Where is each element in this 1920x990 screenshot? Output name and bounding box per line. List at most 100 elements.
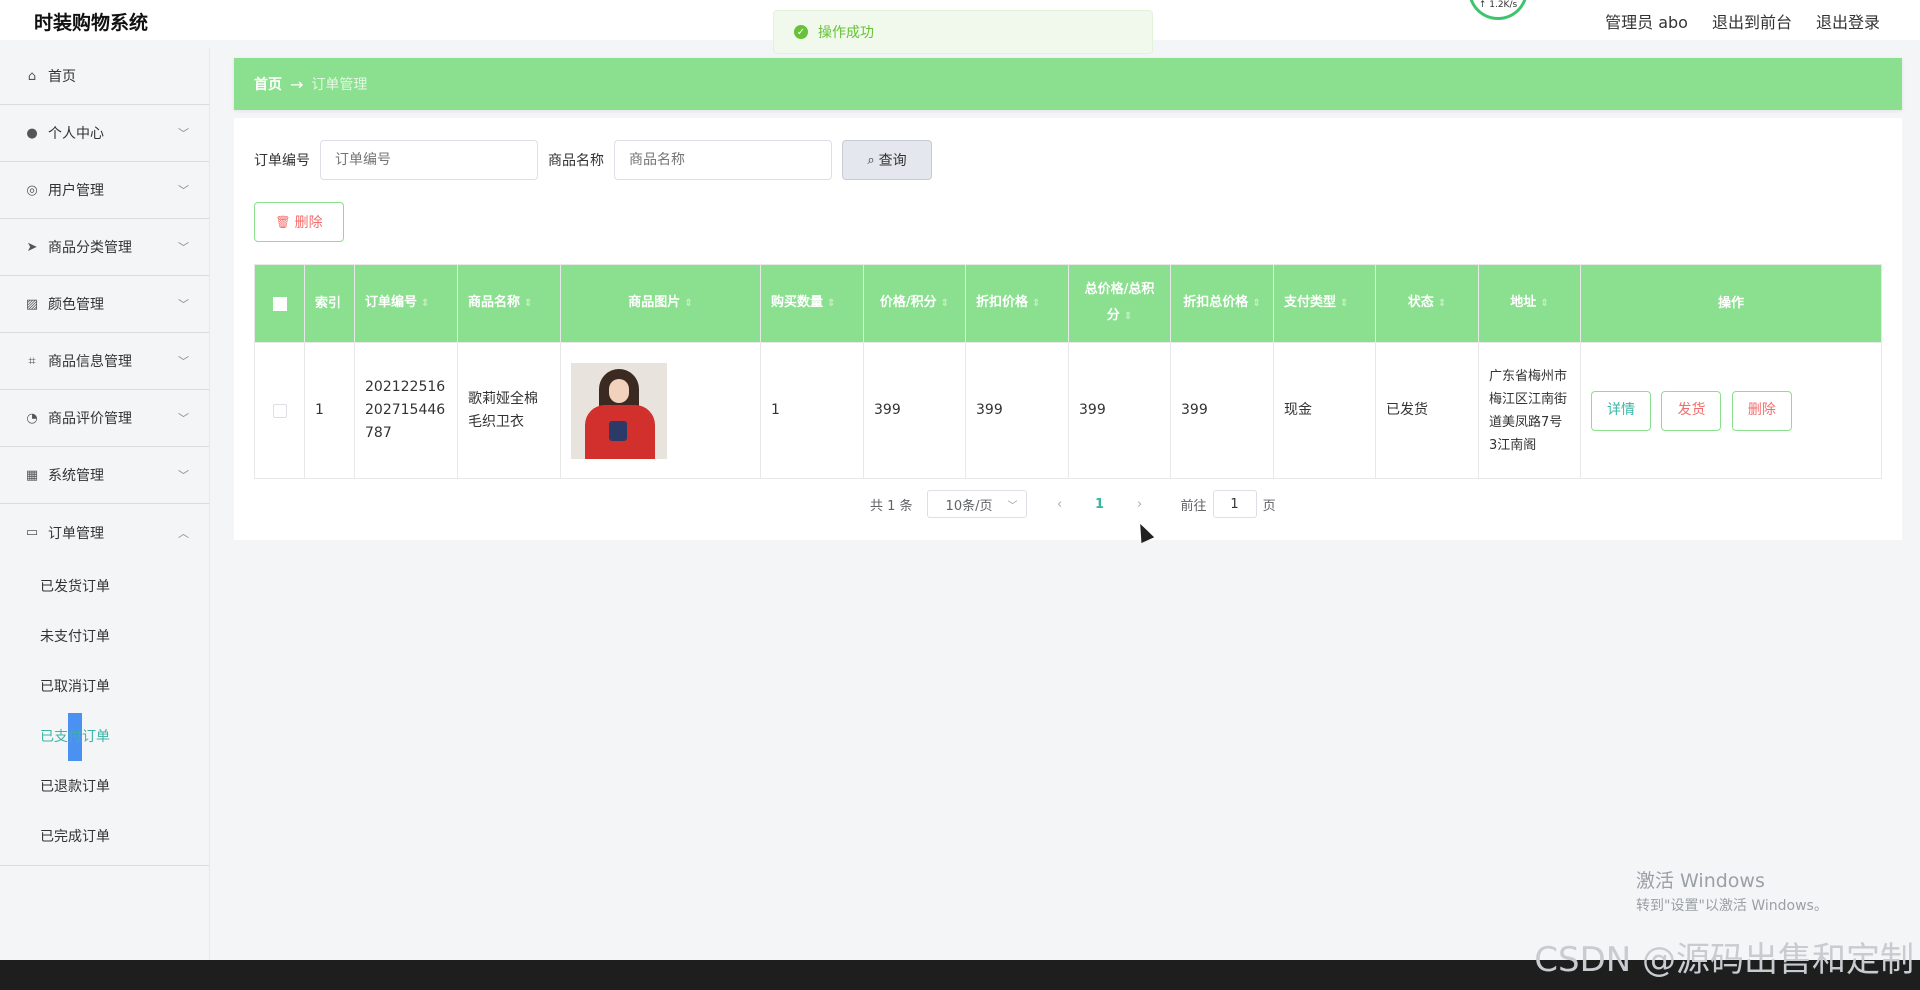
submenu-item-refunded[interactable]: 已退款订单: [0, 761, 209, 811]
column-header[interactable]: 商品图片 ⇕: [560, 264, 761, 343]
detail-button[interactable]: 详情: [1591, 390, 1651, 431]
sidebar-item-review-management[interactable]: ◔ 商品评价管理 ﹀: [0, 390, 209, 447]
batch-delete-button[interactable]: 🗑 删除: [254, 202, 344, 242]
crop-icon: ⌗: [28, 353, 36, 369]
sort-icon[interactable]: ⇕: [524, 298, 532, 309]
csdn-watermark: CSDN @源码出售和定制: [1534, 940, 1914, 980]
submenu-item-cancelled[interactable]: 已取消订单: [0, 661, 209, 711]
sort-icon[interactable]: ⇕: [421, 298, 429, 309]
breadcrumb: 首页 → 订单管理: [234, 58, 1902, 110]
row-checkbox[interactable]: [272, 403, 287, 418]
chevron-down-icon: ﹀: [178, 298, 189, 311]
quantity-cell: 1: [760, 342, 864, 479]
breadcrumb-current: 订单管理: [311, 77, 368, 93]
sort-icon[interactable]: ⇕: [1540, 298, 1548, 309]
chevron-down-icon: ﹀: [178, 127, 189, 140]
order-no-input[interactable]: [320, 140, 538, 180]
submenu-item-paid[interactable]: 已支付订单: [0, 711, 209, 761]
prev-page-icon[interactable]: ‹: [1045, 497, 1075, 512]
column-header[interactable]: 支付类型 ⇕: [1273, 264, 1376, 343]
arrow-right-icon: →: [290, 74, 304, 94]
goto-page-input[interactable]: [1212, 490, 1257, 518]
page-size-select[interactable]: 10条/页 ﹀: [926, 490, 1027, 518]
sidebar-item-label: 商品分类管理: [48, 240, 132, 256]
network-speed-badge: ↑ 1.2K/s: [1468, 0, 1528, 20]
order-submenu: 已发货订单 未支付订单 已取消订单 已支付订单 已退款订单 已完成订单: [0, 561, 209, 866]
column-header-label: 索引: [315, 295, 342, 311]
target-icon: ◎: [26, 182, 38, 198]
column-header[interactable]: 折扣总价格 ⇕: [1170, 264, 1274, 343]
goto-label: 前往: [1180, 498, 1207, 514]
send-icon: ➤: [26, 239, 38, 255]
sidebar-item-user-management[interactable]: ◎ 用户管理 ﹀: [0, 162, 209, 219]
sidebar-item-personal-center[interactable]: ● 个人中心 ﹀: [0, 105, 209, 162]
product-image[interactable]: [571, 362, 667, 459]
sort-icon[interactable]: ⇕: [1340, 298, 1348, 309]
submenu-item-unpaid[interactable]: 未支付订单: [0, 611, 209, 661]
sort-icon[interactable]: ⇕: [1438, 298, 1446, 309]
compass-icon: ◔: [26, 410, 38, 426]
price-cell: 399: [863, 342, 966, 479]
home-icon: ⌂: [27, 68, 37, 84]
trash-icon: 🗑: [275, 215, 291, 229]
sort-icon[interactable]: ⇕: [827, 298, 835, 309]
ship-button[interactable]: 发货: [1661, 390, 1722, 431]
sort-icon[interactable]: ⇕: [1032, 298, 1040, 309]
next-page-icon[interactable]: ›: [1125, 497, 1155, 512]
windows-activation-line1: 激活 Windows: [1636, 870, 1765, 892]
sidebar-item-label: 首页: [48, 69, 76, 85]
sidebar-item-label: 系统管理: [48, 468, 104, 484]
column-header-label: 状态: [1407, 295, 1434, 310]
sidebar-item-product-management[interactable]: ⌗ 商品信息管理 ﹀: [0, 333, 209, 390]
submenu-item-shipped[interactable]: 已发货订单: [0, 561, 209, 611]
sort-icon[interactable]: ⇕: [684, 298, 692, 309]
sidebar-item-color-management[interactable]: ▨ 颜色管理 ﹀: [0, 276, 209, 333]
toast-message: 操作成功: [818, 25, 874, 41]
chevron-down-icon: ﹀: [1007, 500, 1018, 512]
column-header: 索引: [304, 264, 355, 343]
column-header[interactable]: 总价格/总积分 ⇕: [1068, 264, 1171, 343]
index-cell: 1: [304, 342, 355, 479]
user-icon: ●: [26, 125, 38, 141]
sidebar-item-label: 商品信息管理: [48, 354, 132, 370]
app-title: 时装购物系统: [34, 12, 149, 34]
sidebar: ⌂ 首页 ● 个人中心 ﹀ ◎ 用户管理 ﹀ ➤ 商品分类管理 ﹀ ▨ 颜色管理…: [0, 48, 210, 960]
orders-table: 索引 订单编号 ⇕ 商品名称 ⇕ 商品图片 ⇕ 购买数量 ⇕ 价格/积分 ⇕ 折扣价格 ⇕ …: [254, 264, 1882, 479]
column-header[interactable]: 购买数量 ⇕: [760, 264, 864, 343]
select-all-checkbox[interactable]: [272, 296, 287, 311]
query-button[interactable]: ⌕ 查询: [842, 140, 932, 180]
product-name-input[interactable]: [614, 140, 832, 180]
sidebar-item-label: 颜色管理: [48, 297, 104, 313]
logout-link[interactable]: 退出登录: [1816, 9, 1880, 33]
sidebar-item-system-management[interactable]: ▦ 系统管理 ﹀: [0, 447, 209, 504]
column-header[interactable]: 状态 ⇕: [1375, 264, 1479, 343]
sidebar-item-home[interactable]: ⌂ 首页: [0, 48, 209, 105]
sidebar-item-category-management[interactable]: ➤ 商品分类管理 ﹀: [0, 219, 209, 276]
frontend-link[interactable]: 退出到前台: [1712, 9, 1792, 33]
table-row: 1 202122516202715446787 歌莉娅全棉毛织卫衣 1 399 …: [254, 342, 1882, 479]
page-number[interactable]: 1: [1085, 497, 1115, 512]
column-header[interactable]: 订单编号 ⇕: [354, 264, 458, 343]
sort-icon[interactable]: ⇕: [1124, 311, 1132, 322]
chevron-down-icon: ﹀: [178, 469, 189, 482]
sort-icon[interactable]: ⇕: [1252, 298, 1260, 309]
chevron-down-icon: ﹀: [178, 184, 189, 197]
pagination: 共 1 条 10条/页 ﹀ ‹ 1 › 前往 页: [870, 490, 1276, 518]
search-form: 订单编号 商品名称 ⌕ 查询: [254, 140, 932, 180]
breadcrumb-home[interactable]: 首页: [254, 74, 282, 94]
windows-activation-line2: 转到"设置"以激活 Windows。: [1636, 898, 1828, 914]
submenu-item-completed[interactable]: 已完成订单: [0, 811, 209, 861]
chat-icon: ▭: [25, 525, 39, 540]
column-header[interactable]: 价格/积分 ⇕: [863, 264, 966, 343]
column-header-label: 支付类型: [1284, 295, 1337, 310]
column-header[interactable]: 商品名称 ⇕: [457, 264, 561, 343]
sidebar-item-order-management[interactable]: ▭ 订单管理 ︿: [0, 504, 209, 561]
windows-activation-watermark: 激活 Windows 转到"设置"以激活 Windows。: [1636, 866, 1828, 915]
column-header-label: 折扣价格: [976, 295, 1029, 310]
delete-button[interactable]: 删除: [1731, 390, 1792, 431]
column-header-label: 购买数量: [771, 295, 824, 310]
column-header[interactable]: 折扣价格 ⇕: [965, 264, 1069, 343]
product-name-cell: 歌莉娅全棉毛织卫衣: [457, 342, 561, 479]
column-header[interactable]: 地址 ⇕: [1478, 264, 1581, 343]
sort-icon[interactable]: ⇕: [941, 298, 949, 309]
